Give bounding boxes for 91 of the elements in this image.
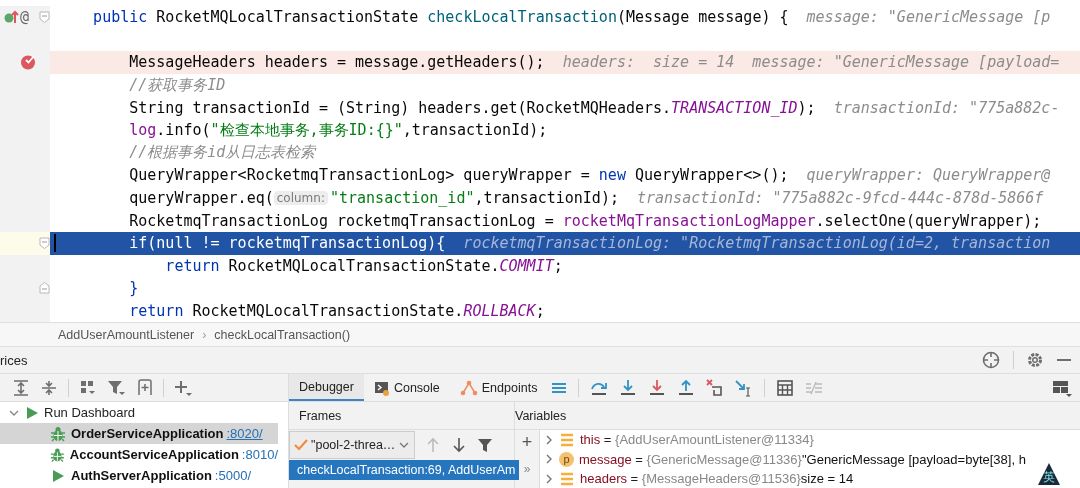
run-icon [50,467,66,484]
code-text: return [165,256,220,275]
parameter-badge: p [559,451,574,467]
group-icon[interactable] [79,378,97,397]
bug-icon [50,425,66,442]
code-text: "检查本地事务,事务ID:{}" [210,120,403,140]
breadcrumb-item[interactable]: AddUserAmountListener [58,327,195,342]
breakpoint-icon[interactable] [20,54,36,71]
code-text: RocketMQLocalTransactionState. [227,256,500,275]
bug-icon [50,446,65,463]
frame-item[interactable]: checkLocalTransaction:69, AddUserAm [289,460,520,480]
chevron-icon[interactable] [544,453,554,466]
filter-icon[interactable] [107,378,125,397]
code-text: ; [535,302,545,320]
expand-all-icon[interactable] [12,378,30,397]
code-text: QueryWrapper<RocketmqTransactionLog> queryWrapper = [129,166,591,185]
endpoints-icon [459,379,478,396]
tree-item[interactable]: OrderServiceApplication :8020/ [0,423,278,444]
code-comment: //根据事务id从日志表检索 [129,143,316,163]
filter-icon[interactable] [477,437,494,453]
code-text: ROLLBACK [463,302,536,320]
run-icon [25,405,39,420]
down-arrow-icon[interactable] [451,437,468,453]
code-text: new [598,166,626,185]
code-text: log [129,121,157,140]
code-text: String transactionId = (String) headers.get(RocketMQHeaders. [129,98,672,117]
inline-value-hint: transactionId: "775a882c-9fcd-444c-878d-5866f [637,189,1044,208]
field-icon [559,432,575,447]
inline-value-hint: transactionId: "775a882c- [833,98,1060,117]
panel-title: Frames [299,408,342,423]
code-text: } [129,279,139,298]
code-text: COMMIT [499,256,554,275]
locate-icon[interactable] [981,350,1001,370]
step-into-icon[interactable] [619,378,638,397]
force-step-into-icon[interactable] [648,378,667,397]
code-text: rocketMqTransactionLogMapper [562,211,816,230]
field-icon [559,471,575,486]
code-text: (Message message) { [616,8,789,27]
tree-item[interactable]: Run Dashboard [0,402,288,423]
code-text: ,transactionId); [402,121,548,140]
code-text: public [93,8,148,27]
breadcrumb-separator: › [202,327,207,342]
tree-item[interactable]: AccountServiceApplication :8010/ [0,444,278,465]
parameter-hint: column: [273,191,328,206]
add-icon[interactable] [174,378,192,397]
variable-text[interactable]: headers = {MessageHeaders@11536}size = 14 [580,471,854,487]
code-text: ,transactionId); [474,189,619,208]
code-text: if(null != rocketmqTransactionLog){ [129,234,446,253]
variable-text[interactable]: this = {AddUserAmountListener@11334} [580,432,814,448]
drop-frame-icon[interactable] [706,378,725,397]
tool-window-title: rices [0,352,28,368]
inline-value-hint: headers: size = 14 message: "GenericMessage [payload= [562,53,1060,72]
add-watch-button[interactable]: + [521,432,533,452]
collapse-all-icon[interactable] [40,378,58,397]
inline-value-hint: message: "GenericMessage [p [806,8,1051,27]
code-text: "transaction_id" [329,189,475,208]
code-comment: //获取事务ID [129,75,226,95]
code-text: .selectOne(queryWrapper); [815,211,1042,230]
tree-item[interactable]: AuthServerApplication :5000/ [0,465,278,486]
layout-icon[interactable] [1052,378,1072,397]
step-out-icon[interactable] [677,378,696,397]
thread-dropdown[interactable]: "pool-2-threa… [289,431,416,459]
code-text: ); [797,98,816,117]
code-text: TRANSACTION_ID [671,98,798,117]
check-icon [294,438,308,452]
tab[interactable]: Console [363,374,450,401]
console-icon [373,379,390,396]
settings-icon[interactable] [1026,351,1044,369]
code-text: RocketmqTransactionLog rocketmqTransactionLog = [129,211,555,230]
code-text: .info( [156,121,211,140]
code-text: RocketMQLocalTransactionState. [191,302,464,320]
new-tab-icon[interactable] [135,378,153,397]
inline-value-hint: queryWrapper: QueryWrapper@ [806,166,1051,185]
override-icon[interactable] [4,9,20,26]
code-text: RocketMQLocalTransactionState [155,8,420,27]
chevron-icon[interactable] [544,472,554,485]
tab[interactable]: Debugger [289,374,364,401]
tab[interactable]: Endpoints [449,374,548,401]
code-text: QueryWrapper<>(); [633,166,789,185]
panel-title: Variables [515,408,567,423]
inline-value-hint: rocketmqTransactionLog: "RocketmqTransactionLog(id=2, transaction [463,234,1051,253]
breadcrumb-item[interactable]: checkLocalTransaction() [214,327,351,342]
text-caret [54,233,56,252]
chevron-icon[interactable] [544,433,554,446]
code-text: MessageHeaders headers = message.getHeaders(); [129,53,545,72]
variable-text[interactable]: message = {GenericMessage@11336}"GenericMessage [payload=byte[38], h [579,451,1026,467]
code-text: return [129,302,184,320]
calculator-icon[interactable] [776,378,795,397]
code-text: checkLocalTransaction [427,8,617,27]
code-text: queryWrapper.eq( [129,189,274,208]
annotation-marker[interactable]: @ [20,8,30,27]
